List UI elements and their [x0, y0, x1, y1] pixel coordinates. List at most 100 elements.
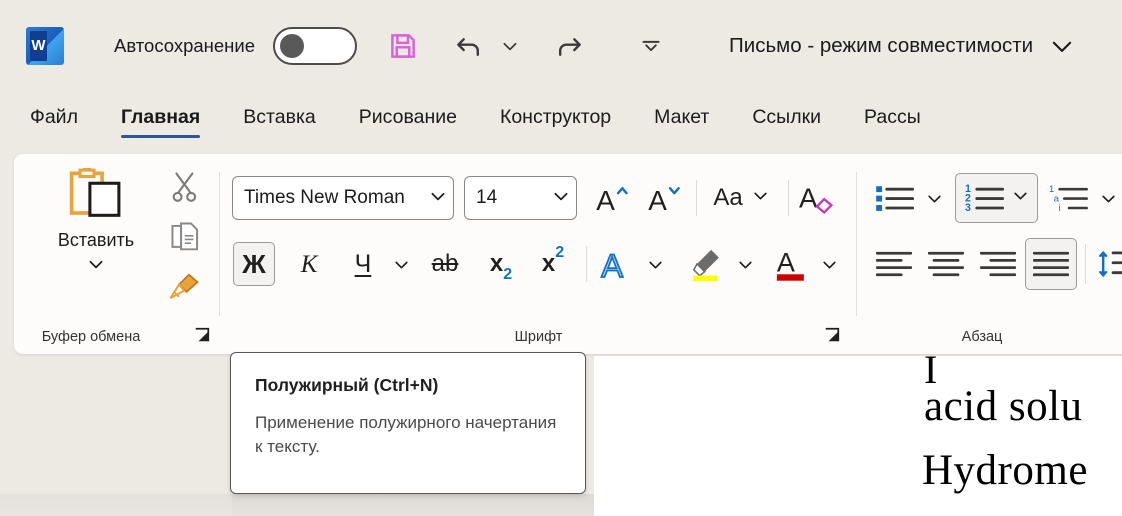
ribbon-group-font: Times New Roman 14 A A Aa A Ж К Ч ab x 2…	[220, 154, 857, 354]
align-right-button[interactable]	[975, 242, 1021, 286]
svg-text:A: A	[601, 247, 623, 281]
font-size-combobox[interactable]: 14	[464, 176, 577, 220]
align-right-icon	[980, 251, 1016, 277]
text-highlight-button[interactable]	[682, 240, 730, 288]
autosave-toggle-knob	[280, 34, 305, 58]
ribbon: Вставить Буфер обмена Times New Roman 14…	[14, 154, 1122, 354]
tab-layout[interactable]: Макет	[654, 106, 709, 138]
clipboard-dialog-launcher-icon[interactable]	[194, 327, 210, 342]
strikethrough-button[interactable]: ab	[422, 242, 468, 286]
tooltip-title: Полужирный (Ctrl+N)	[255, 375, 439, 395]
window-bottom-shadow-inner	[232, 494, 594, 516]
font-size-value: 14	[476, 187, 498, 208]
clear-formatting-button[interactable]: A	[794, 176, 840, 220]
align-justify-icon	[1033, 251, 1069, 277]
font-color-chevron-down-icon[interactable]	[814, 246, 844, 282]
align-center-icon	[928, 251, 964, 277]
bullet-list-icon	[876, 186, 915, 211]
numbered-list-button[interactable]: 1 2 3	[955, 173, 1038, 223]
text-highlight-chevron-down-icon[interactable]	[730, 246, 760, 282]
paragraph-group-label: Абзац	[961, 329, 1003, 345]
document-line-2: Hydrome	[922, 447, 1088, 494]
customize-quick-access-chevron-down-icon[interactable]	[631, 26, 671, 66]
superscript-index: 2	[555, 244, 565, 261]
text-effects-icon: A	[600, 247, 624, 281]
line-spacing-button[interactable]	[1091, 242, 1122, 286]
svg-text:A: A	[648, 185, 667, 214]
shrink-font-button[interactable]: A	[642, 176, 686, 220]
format-painter-icon	[169, 273, 199, 299]
document-line-1: acid solu	[924, 383, 1083, 430]
align-left-button[interactable]	[871, 242, 917, 286]
underline-button[interactable]: Ч	[342, 242, 384, 286]
align-left-icon	[876, 251, 912, 277]
font-color-button[interactable]: A	[768, 240, 814, 288]
tab-design[interactable]: Конструктор	[500, 106, 611, 138]
bullet-list-button[interactable]	[871, 176, 919, 220]
multilevel-list-button[interactable]: 1 a i	[1045, 176, 1093, 220]
copy-button[interactable]	[170, 221, 204, 255]
text-effects-button[interactable]: A	[594, 242, 640, 286]
subscript-label: x	[489, 250, 504, 277]
undo-dropdown-chevron-down-icon[interactable]	[497, 26, 523, 66]
tab-file[interactable]: Файл	[30, 106, 78, 138]
clear-formatting-icon: A	[799, 183, 834, 214]
autosave-toggle[interactable]	[273, 27, 358, 65]
tab-references[interactable]: Ссылки	[752, 106, 821, 138]
font-dialog-launcher-icon[interactable]	[824, 327, 840, 342]
underline-chevron-down-icon[interactable]	[386, 246, 416, 282]
paste-chevron-down-icon[interactable]	[87, 257, 105, 275]
italic-button[interactable]: К	[288, 242, 330, 286]
document-canvas[interactable]: I acid solu Hydrome	[594, 356, 1122, 516]
copy-icon	[171, 222, 199, 251]
align-justify-button[interactable]	[1025, 238, 1077, 290]
paste-button[interactable]: Вставить	[36, 168, 156, 275]
format-painter-button[interactable]	[166, 271, 200, 305]
font-size-chevron-down-icon[interactable]	[552, 189, 570, 208]
change-case-label: Aa	[713, 184, 743, 211]
change-case-button[interactable]: Aa	[702, 176, 780, 220]
multilevel-list-chevron-down-icon[interactable]	[1093, 180, 1122, 216]
tab-draw[interactable]: Рисование	[359, 106, 457, 138]
document-title: Письмо - режим совместимости	[729, 34, 1034, 57]
redo-icon[interactable]	[549, 26, 589, 66]
subscript-button[interactable]: x 2	[478, 242, 524, 286]
line-spacing-icon	[1098, 251, 1122, 277]
save-icon[interactable]	[383, 26, 423, 66]
tab-mailings[interactable]: Рассы	[864, 106, 921, 138]
document-title-chevron-down-icon[interactable]	[1049, 33, 1075, 59]
tab-home[interactable]: Главная	[120, 106, 201, 138]
bold-button[interactable]: Ж	[233, 242, 275, 286]
align-center-button[interactable]	[923, 242, 969, 286]
paste-label: Вставить	[57, 230, 135, 250]
scissors-icon	[172, 172, 197, 202]
paste-icon	[69, 168, 121, 217]
svg-text:A: A	[596, 185, 615, 214]
font-family-value: Times New Roman	[244, 187, 405, 208]
change-case-chevron-down-icon[interactable]	[752, 189, 769, 207]
underline-label: Ч	[354, 249, 372, 278]
svg-text:3: 3	[965, 202, 971, 214]
ribbon-group-clipboard: Вставить Буфер обмена	[14, 154, 220, 354]
superscript-button[interactable]: x 2	[530, 242, 576, 286]
tab-insert[interactable]: Вставка	[243, 106, 315, 138]
tooltip-body: Применение полужирного начертания к текс…	[255, 413, 557, 457]
clipboard-group-label: Буфер обмена	[41, 329, 141, 345]
multilevel-list-icon: 1 a i	[1049, 183, 1088, 213]
grow-font-button[interactable]: A	[590, 176, 634, 220]
svg-text:A: A	[777, 248, 795, 278]
font-color-icon: A	[776, 248, 804, 281]
undo-icon[interactable]	[449, 26, 489, 66]
ribbon-tabs: Файл Главная Вставка Рисование Конструкт…	[0, 92, 1122, 154]
numbered-list-chevron-down-icon[interactable]	[1012, 189, 1029, 207]
svg-text:A: A	[799, 183, 818, 214]
numbered-list-icon: 1 2 3	[965, 183, 1004, 214]
highlight-icon	[692, 249, 719, 282]
bullet-list-chevron-down-icon[interactable]	[919, 180, 949, 216]
text-effects-chevron-down-icon[interactable]	[640, 246, 670, 282]
font-family-combobox[interactable]: Times New Roman	[232, 176, 454, 220]
word-logo-icon: W	[26, 27, 64, 65]
font-family-chevron-down-icon[interactable]	[429, 189, 447, 208]
title-bar: W Автосохранение Письмо - режим совмести…	[0, 0, 1122, 92]
cut-button[interactable]	[170, 171, 204, 205]
